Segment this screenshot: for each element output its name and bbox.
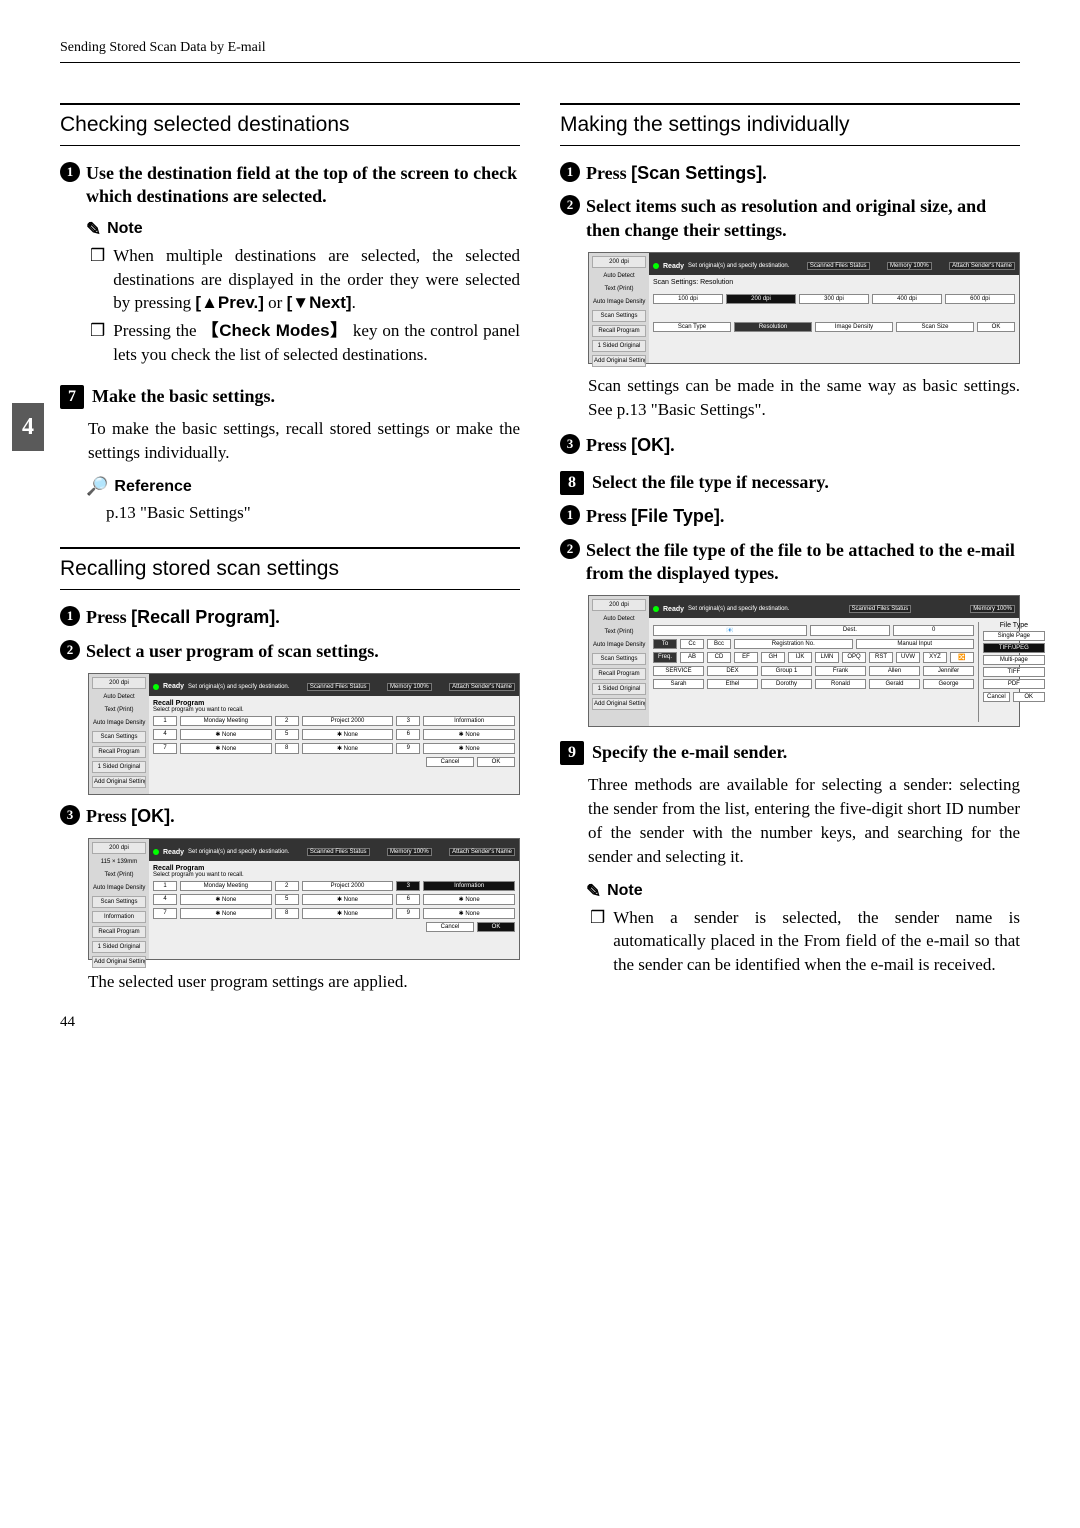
substep-1-text: Press [Scan Settings]. — [586, 162, 767, 185]
bullet-icon: ❒ — [90, 319, 105, 367]
substep-3-marker: 3 — [560, 434, 580, 454]
screenshot-resolution: 200 dpi Auto Detect Text (Print) Auto Im… — [588, 252, 1020, 364]
section-checking-destinations: Checking selected destinations — [60, 103, 520, 146]
step-7-marker: 7 — [60, 385, 84, 409]
step-9-text: Specify the e-mail sender. — [592, 741, 787, 764]
substep-2-marker: 2 — [560, 195, 580, 215]
substep-1-marker: 1 — [60, 606, 80, 626]
substep-2-text: Select a user program of scan settings. — [86, 640, 379, 663]
substep-2-text: Select items such as resolution and orig… — [586, 195, 1020, 242]
note-label: Note — [107, 220, 143, 238]
step-9-body: Three methods are available for selectin… — [588, 773, 1020, 868]
step-8-text: Select the file type if necessary. — [592, 471, 829, 494]
recall-footer-text: The selected user program settings are a… — [88, 970, 520, 994]
reference-text: p.13 "Basic Settings" — [106, 501, 520, 525]
step-7-text: Make the basic settings. — [92, 385, 275, 408]
substep-2-marker: 2 — [60, 640, 80, 660]
bullet-icon: ❒ — [590, 906, 605, 977]
substep-1-marker: 1 — [560, 505, 580, 525]
step-7-body: To make the basic settings, recall store… — [88, 417, 520, 465]
screenshot-recall-ok: 200 dpi 115 × 139mm Text (Print) Auto Im… — [88, 838, 520, 960]
reference-label: Reference — [114, 478, 191, 496]
note-icon: ✎ — [86, 219, 101, 240]
bullet-icon: ❒ — [90, 244, 105, 315]
substep-1-text: Use the destination field at the top of … — [86, 162, 520, 209]
substep-3-text: Press [OK]. — [586, 434, 675, 457]
screenshot-recall-program: 200 dpi Auto Detect Text (Print) Auto Im… — [88, 673, 520, 795]
step-9-marker: 9 — [560, 741, 584, 765]
reference-icon: 🔎 — [86, 476, 108, 497]
substep-1-marker: 1 — [560, 162, 580, 182]
substep-2-marker: 2 — [560, 539, 580, 559]
substep-1-text: Press [File Type]. — [586, 505, 724, 528]
substep-1-marker: 1 — [60, 162, 80, 182]
substep-3-marker: 3 — [60, 805, 80, 825]
note-2-text: Pressing the 【Check Modes】 key on the co… — [113, 319, 520, 367]
resolution-body: Scan settings can be made in the same wa… — [588, 374, 1020, 422]
note-text: When a sender is selected, the sender na… — [613, 906, 1020, 977]
page-header: Sending Stored Scan Data by E-mail — [60, 40, 1020, 63]
step-8-marker: 8 — [560, 471, 584, 495]
note-1-text: When multiple destinations are selected,… — [113, 244, 520, 315]
substep-1-text: Press [Recall Program]. — [86, 606, 280, 629]
substep-2-text: Select the file type of the file to be a… — [586, 539, 1020, 586]
chapter-tab: 4 — [12, 403, 44, 451]
section-individual-settings: Making the settings individually — [560, 103, 1020, 146]
note-icon: ✎ — [586, 881, 601, 902]
note-label: Note — [607, 882, 643, 900]
section-recalling-settings: Recalling stored scan settings — [60, 547, 520, 590]
screenshot-file-type: 200 dpi Auto Detect Text (Print) Auto Im… — [588, 595, 1020, 727]
page-number: 44 — [60, 1014, 520, 1031]
substep-3-text: Press [OK]. — [86, 805, 175, 828]
